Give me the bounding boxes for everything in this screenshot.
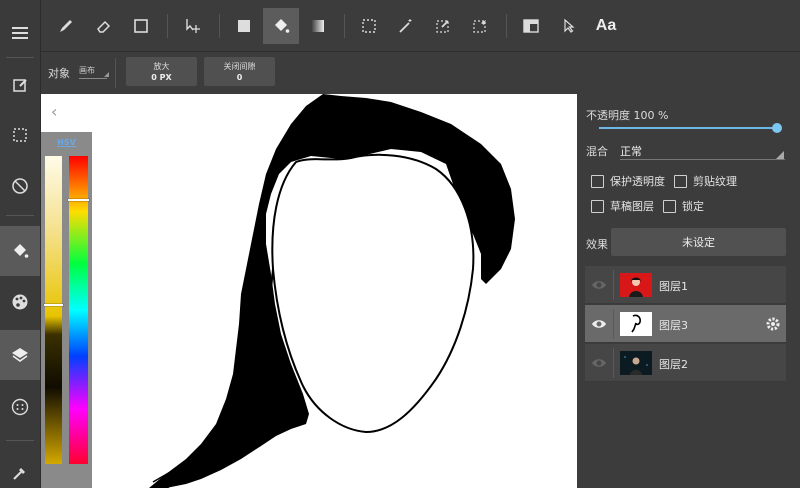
toolbar-divider bbox=[219, 14, 220, 38]
panel-layout-icon[interactable] bbox=[513, 8, 549, 44]
toolbar-divider bbox=[506, 14, 507, 38]
bucket-icon[interactable] bbox=[263, 8, 299, 44]
gear-icon[interactable] bbox=[765, 316, 781, 332]
effect-value: 未设定 bbox=[682, 236, 715, 249]
text-tool-label: Aa bbox=[595, 17, 617, 34]
top-toolbar: Aa bbox=[41, 0, 800, 52]
layer-divider bbox=[613, 309, 614, 339]
hair-silhouette-artwork bbox=[149, 94, 515, 488]
lock-label: 锁定 bbox=[682, 200, 704, 213]
close-gap-label: 关闭间隙 bbox=[223, 62, 256, 71]
layer-divider bbox=[613, 270, 614, 300]
selection-icon[interactable] bbox=[0, 110, 40, 160]
hsv-mode-label[interactable]: HSV bbox=[41, 138, 92, 147]
lasso-edit-icon[interactable] bbox=[425, 8, 461, 44]
layer-properties-panel: 不透明度 100 % 混合 正常 保护透明度 剪贴纹理 草稿图层 锁定 效果 未… bbox=[577, 94, 800, 488]
layer-list: 图层1 图层3 图层2 bbox=[585, 266, 786, 384]
lock-checkbox[interactable]: 锁定 bbox=[663, 198, 704, 214]
layer-thumbnail bbox=[620, 312, 652, 336]
toolbar-divider bbox=[167, 14, 168, 38]
blend-label: 混合 bbox=[586, 145, 608, 158]
eraser-icon[interactable] bbox=[86, 8, 122, 44]
toolbar-divider bbox=[344, 14, 345, 38]
options-divider bbox=[115, 58, 116, 88]
color-picker: HSV bbox=[41, 132, 92, 488]
layers-icon[interactable] bbox=[0, 330, 40, 380]
saturation-slider-thumb[interactable] bbox=[44, 303, 63, 306]
zoom-button[interactable]: 放大 0 PX bbox=[126, 57, 197, 86]
text-icon[interactable]: Aa bbox=[588, 8, 624, 44]
left-rail bbox=[0, 0, 41, 488]
checkbox-box[interactable] bbox=[674, 174, 687, 188]
rail-divider bbox=[6, 57, 34, 58]
eye-icon[interactable] bbox=[591, 355, 607, 371]
opacity-slider-knob[interactable] bbox=[772, 123, 782, 133]
rectangle-icon[interactable] bbox=[123, 8, 159, 44]
opacity-label: 不透明度 100 % bbox=[586, 109, 669, 122]
layer-name: 图层2 bbox=[659, 358, 688, 371]
blend-underline bbox=[620, 159, 785, 160]
tool-options-bar: 对象 画布 放大 0 PX 关闭间隙 0 bbox=[41, 52, 577, 94]
blend-mode-select[interactable]: 正常 bbox=[620, 143, 642, 159]
layer-item[interactable]: 图层1 bbox=[585, 266, 786, 304]
close-gap-button[interactable]: 关闭间隙 0 bbox=[204, 57, 275, 86]
eye-icon[interactable] bbox=[591, 277, 607, 293]
palette-icon[interactable] bbox=[0, 277, 40, 327]
layer-thumbnail bbox=[620, 273, 652, 297]
fill-square-icon[interactable] bbox=[226, 8, 262, 44]
transform-icon[interactable] bbox=[0, 161, 40, 211]
bucket-icon[interactable] bbox=[0, 226, 40, 276]
saturation-slider[interactable] bbox=[45, 156, 62, 464]
collapse-panel-icon[interactable]: ‹ bbox=[51, 102, 57, 121]
opacity-slider-track[interactable] bbox=[599, 127, 777, 129]
effect-button[interactable]: 未设定 bbox=[611, 228, 786, 256]
draft-layer-checkbox[interactable]: 草稿图层 bbox=[591, 198, 654, 214]
rail-divider bbox=[6, 215, 34, 216]
select-pen-icon[interactable] bbox=[462, 8, 498, 44]
draft-layer-label: 草稿图层 bbox=[610, 200, 654, 213]
pen-icon[interactable] bbox=[48, 8, 84, 44]
zoom-label: 放大 bbox=[153, 62, 170, 71]
zoom-value: 0 PX bbox=[151, 73, 172, 82]
object-label: 对象 bbox=[48, 67, 70, 80]
checkbox-box[interactable] bbox=[591, 199, 604, 213]
edit-icon[interactable] bbox=[0, 60, 40, 110]
app-window: Aa 对象 画布 放大 0 PX 关闭间隙 0 ‹ HSV 不透明度 100 %… bbox=[0, 0, 800, 488]
hue-slider-thumb[interactable] bbox=[68, 199, 89, 202]
checkbox-box[interactable] bbox=[663, 199, 676, 213]
clipping-label: 剪贴纹理 bbox=[693, 175, 737, 188]
gradient-icon[interactable] bbox=[300, 8, 336, 44]
layer-name: 图层3 bbox=[659, 319, 688, 332]
menu-icon[interactable] bbox=[0, 8, 40, 58]
eyedropper-icon[interactable] bbox=[0, 448, 40, 488]
marquee-icon[interactable] bbox=[351, 8, 387, 44]
layer-item[interactable]: 图层3 bbox=[585, 305, 786, 343]
checkbox-box[interactable] bbox=[591, 174, 604, 188]
object-select[interactable]: 画布 bbox=[79, 65, 109, 79]
cursor-icon[interactable] bbox=[551, 8, 587, 44]
protect-transparency-checkbox[interactable]: 保护透明度 bbox=[591, 173, 665, 189]
rail-divider bbox=[6, 440, 34, 441]
protect-transparency-label: 保护透明度 bbox=[610, 175, 665, 188]
effect-label: 效果 bbox=[586, 238, 608, 251]
layer-name: 图层1 bbox=[659, 280, 688, 293]
move-icon[interactable] bbox=[175, 8, 211, 44]
magic-wand-icon[interactable] bbox=[388, 8, 424, 44]
clipping-checkbox[interactable]: 剪贴纹理 bbox=[674, 173, 737, 189]
dots-icon[interactable] bbox=[0, 382, 40, 432]
hue-slider[interactable] bbox=[69, 156, 88, 464]
layer-item[interactable]: 图层2 bbox=[585, 344, 786, 382]
drawing-canvas[interactable]: ‹ bbox=[41, 94, 577, 488]
close-gap-value: 0 bbox=[236, 73, 243, 82]
layer-thumbnail bbox=[620, 351, 652, 375]
eye-icon[interactable] bbox=[591, 316, 607, 332]
layer-divider bbox=[613, 348, 614, 378]
blend-dropdown-arrow-icon[interactable] bbox=[776, 151, 784, 159]
